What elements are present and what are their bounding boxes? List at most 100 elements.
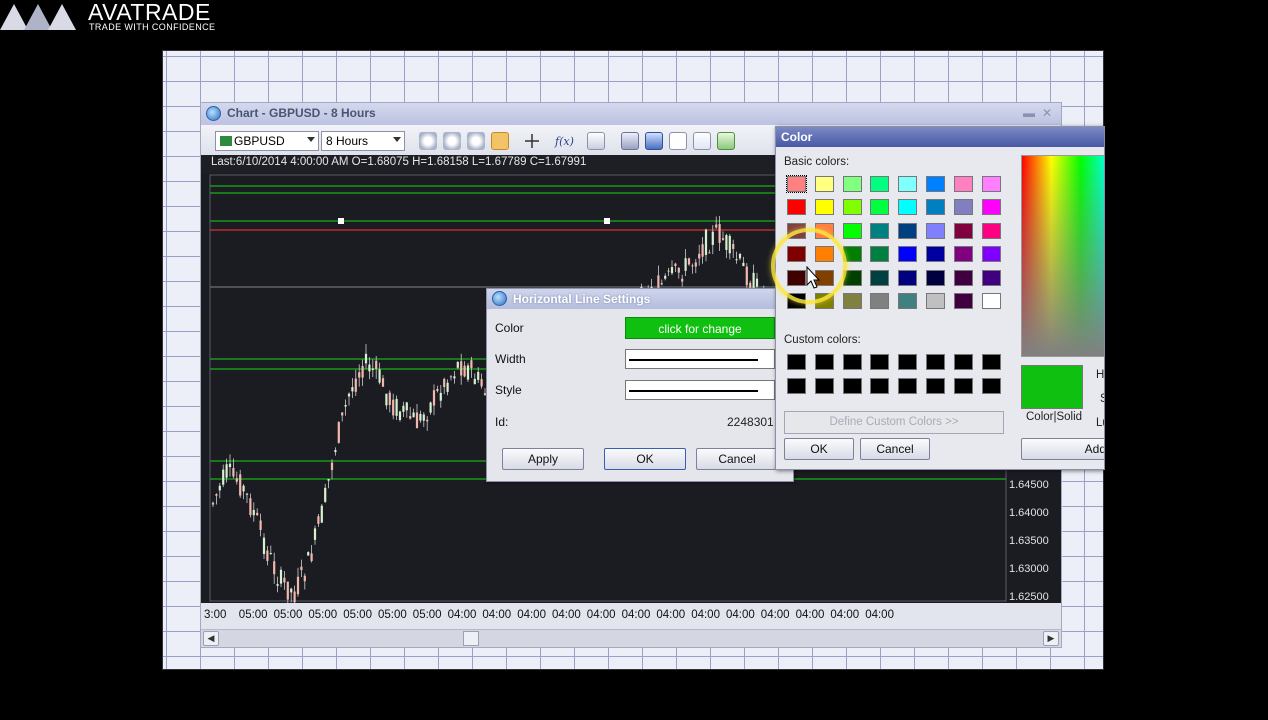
custom-color-swatch[interactable] [787,378,806,394]
basic-color-swatch[interactable] [870,293,890,309]
basic-color-swatch[interactable] [842,199,862,216]
scroll-left-icon[interactable]: ◀ [203,631,219,646]
dialog-titlebar[interactable]: Horizontal Line Settings [487,289,793,309]
chart-type-icon[interactable] [587,132,605,150]
close-icon[interactable]: ✕ [1039,105,1055,121]
custom-color-swatch[interactable] [814,378,834,394]
line-chart-icon[interactable] [693,132,711,150]
export-icon[interactable] [717,132,735,150]
scroll-right-icon[interactable]: ▶ [1043,631,1059,646]
basic-color-swatch[interactable] [842,293,862,309]
custom-color-swatch[interactable] [898,354,918,370]
basic-color-swatch[interactable] [842,222,862,239]
scroll-thumb[interactable] [463,631,479,646]
apply-button[interactable]: Apply [502,448,584,470]
basic-color-swatch[interactable] [981,176,1001,192]
basic-color-swatch[interactable] [953,269,973,286]
basic-color-swatch[interactable] [898,269,918,286]
candle-body [687,258,691,265]
color-dialog-titlebar[interactable]: Color [776,127,1104,147]
basic-color-swatch[interactable] [981,246,1001,263]
hue-label: H [1096,369,1105,381]
chart-titlebar[interactable]: Chart - GBPUSD - 8 Hours ▬ ✕ [201,103,1061,125]
ok-button[interactable]: OK [604,448,686,470]
basic-color-swatch[interactable] [870,199,890,216]
basic-color-swatch[interactable] [870,246,890,263]
zoom-out-icon[interactable] [443,132,461,150]
basic-color-swatch[interactable] [953,222,973,239]
candle-body [412,412,415,418]
style-select[interactable] [625,380,775,400]
basic-color-swatch[interactable] [926,199,945,216]
candle-body [670,267,674,274]
basic-color-swatch[interactable] [870,176,890,192]
line-handle[interactable] [338,218,344,224]
custom-color-swatch[interactable] [926,378,945,394]
line-handle[interactable] [604,218,610,224]
custom-color-swatch[interactable] [842,378,862,394]
timeframe-select[interactable]: 8 Hours [321,131,405,151]
custom-color-swatch[interactable] [981,378,1001,394]
basic-color-swatch[interactable] [953,293,973,309]
custom-color-swatch[interactable] [787,354,806,370]
basic-color-swatch[interactable] [981,293,1001,309]
new-document-icon[interactable] [669,132,687,150]
candle-body [344,404,347,407]
basic-color-swatch[interactable] [870,222,890,239]
price-label: 1.64500 [1009,479,1049,491]
basic-color-swatch[interactable] [842,176,862,192]
basic-color-swatch[interactable] [981,269,1001,286]
color-ok-button[interactable]: OK [784,438,854,460]
basic-color-swatch[interactable] [926,246,945,263]
custom-color-swatch[interactable] [842,354,862,370]
basic-color-swatch[interactable] [953,246,973,263]
candle-body [453,376,456,379]
custom-color-swatch[interactable] [953,354,973,370]
indicators-icon[interactable]: f(x) [553,132,574,150]
basic-color-swatch[interactable] [898,199,918,216]
color-cancel-button[interactable]: Cancel [860,438,930,460]
basic-color-swatch[interactable] [898,293,918,309]
custom-color-swatch[interactable] [870,354,890,370]
symbol-select[interactable]: GBPUSD [215,131,319,151]
minimize-icon[interactable]: ▬ [1021,105,1037,121]
print-icon[interactable] [621,132,639,150]
basic-color-swatch[interactable] [953,176,973,192]
color-spectrum[interactable] [1021,155,1104,357]
custom-color-swatch[interactable] [898,378,918,394]
custom-color-swatch[interactable] [870,378,890,394]
basic-color-swatch[interactable] [898,176,918,192]
color-change-button[interactable]: click for change [625,317,775,339]
basic-color-swatch[interactable] [926,222,945,239]
basic-color-swatch[interactable] [981,199,1001,216]
zoom-in-icon[interactable] [419,132,437,150]
basic-color-swatch[interactable] [814,176,834,192]
cursor-mode-icon[interactable] [491,132,509,150]
basic-color-swatch[interactable] [787,199,806,216]
basic-color-swatch[interactable] [814,199,834,216]
basic-color-swatch[interactable] [926,269,945,286]
width-select[interactable] [625,349,775,369]
basic-color-swatch[interactable] [898,222,918,239]
basic-color-swatch[interactable] [786,175,807,193]
cancel-button[interactable]: Cancel [696,448,778,470]
define-custom-colors-button[interactable]: Define Custom Colors >> [784,411,1004,434]
basic-color-swatch[interactable] [870,269,890,286]
time-label: 04:00 [865,609,894,621]
basic-color-swatch[interactable] [898,246,918,263]
zoom-fit-icon[interactable] [467,132,485,150]
basic-color-swatch[interactable] [926,176,945,192]
save-icon[interactable] [645,132,663,150]
basic-color-swatch[interactable] [926,293,945,309]
basic-color-swatch[interactable] [981,222,1001,239]
basic-color-swatch[interactable] [953,199,973,216]
horizontal-scrollbar[interactable]: ◀ ▶ [201,629,1061,647]
custom-color-swatch[interactable] [926,354,945,370]
chevron-down-icon [307,137,315,142]
custom-color-swatch[interactable] [981,354,1001,370]
crosshair-icon[interactable] [523,132,541,150]
custom-color-swatch[interactable] [814,354,834,370]
basic-colors-label: Basic colors: [784,156,850,168]
add-to-custom-button[interactable]: Add [1021,438,1104,460]
custom-color-swatch[interactable] [953,378,973,394]
